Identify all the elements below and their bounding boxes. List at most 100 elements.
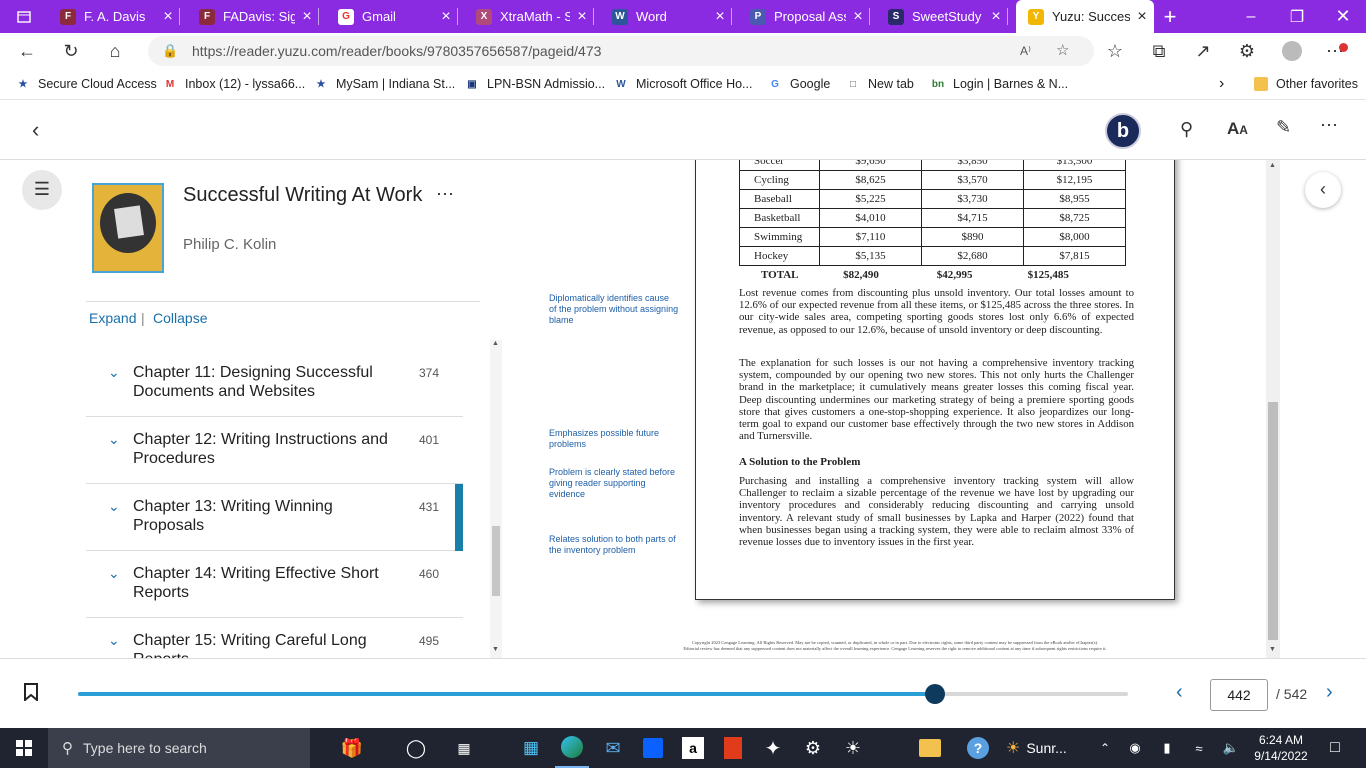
cortana-icon[interactable]: ◯ (400, 728, 432, 768)
tab-close-icon[interactable]: × (708, 8, 732, 26)
table-cell: $8,000 (1023, 227, 1126, 247)
task-view-icon[interactable]: ▦ (448, 728, 480, 768)
next-page-icon[interactable]: › (1326, 681, 1333, 704)
file-explorer-icon[interactable] (914, 728, 946, 768)
book-more-icon[interactable]: ⋯ (436, 184, 454, 205)
chevron-down-icon[interactable]: ⌄ (108, 431, 120, 448)
chevron-down-icon[interactable]: ⌄ (108, 565, 120, 582)
read-aloud-icon[interactable]: A⁾ (1020, 36, 1031, 66)
collapse-link[interactable]: Collapse (153, 310, 207, 326)
new-tab-button[interactable]: + (1155, 0, 1185, 33)
page-progress-handle[interactable] (924, 684, 945, 704)
tab-close-icon[interactable]: × (570, 8, 594, 26)
chapter-item[interactable]: ⌄ Chapter 12: Writing Instructions and Pr… (86, 417, 463, 484)
amazon-icon[interactable]: a (677, 728, 709, 768)
add-favorite-icon[interactable]: ☆ (1056, 36, 1069, 66)
wifi-icon[interactable]: ≈ (1188, 728, 1210, 768)
page-scrollbar[interactable]: ▲ ▼ (1266, 160, 1280, 658)
extensions-icon[interactable]: ⚙ (1232, 37, 1262, 65)
avatar[interactable]: b (1105, 113, 1141, 149)
chapter-item[interactable]: ⌄ Chapter 14: Writing Effective Short Rep… (86, 551, 463, 618)
clock[interactable]: 6:24 AM 9/14/2022 (1248, 728, 1314, 768)
table-cell: $4,010 (819, 208, 922, 228)
toc-menu-icon[interactable]: ☰ (22, 170, 62, 210)
minimize-button[interactable]: – (1228, 0, 1274, 33)
bookmark-item[interactable]: ▣ LPN-BSN Admissio... (465, 69, 605, 99)
font-size-icon[interactable]: AA (1227, 119, 1248, 139)
windows-start-icon[interactable] (0, 728, 48, 768)
network-icon[interactable]: ◉ (1124, 728, 1146, 768)
collections-icon[interactable]: ⧉ (1144, 37, 1174, 65)
bookmark-item[interactable]: ★ MySam | Indiana St... (314, 69, 456, 99)
close-window-button[interactable]: ✕ (1320, 0, 1366, 33)
tab-close-icon[interactable]: × (846, 8, 870, 26)
favorites-icon[interactable]: ☆ (1100, 37, 1130, 65)
back-icon[interactable]: ← (12, 37, 42, 65)
profile-icon[interactable] (1277, 37, 1307, 65)
restore-button[interactable]: ❐ (1274, 0, 1320, 33)
expand-link[interactable]: Expand (89, 310, 136, 326)
tab-close-icon[interactable]: × (1130, 8, 1154, 26)
store-icon[interactable]: ▦ (515, 728, 547, 768)
tab-close-icon[interactable]: × (156, 8, 180, 26)
bookmark-item[interactable]: W Microsoft Office Ho... (614, 69, 752, 99)
toc-scrollbar[interactable]: ▲ ▼ (490, 340, 502, 658)
browser-tab[interactable]: P Proposal Assi × (738, 0, 870, 33)
tab-actions-icon[interactable] (0, 0, 48, 33)
chapter-item[interactable]: ⌄ Chapter 11: Designing Successful Docume… (86, 350, 463, 417)
browser-tab[interactable]: X XtraMath - St × (464, 0, 594, 33)
browser-tab[interactable]: Y Yuzu: Success × (1016, 0, 1154, 33)
browser-tab[interactable]: S SweetStudy × (876, 0, 1008, 33)
bookmark-item[interactable]: bn Login | Barnes & N... (931, 69, 1068, 99)
refresh-icon[interactable]: ↻ (56, 37, 86, 65)
bookmark-item[interactable]: G Google (768, 69, 830, 99)
notifications-icon[interactable]: □ (1320, 728, 1350, 768)
collapse-panel-button[interactable]: ‹ (1305, 172, 1341, 208)
chevron-down-icon[interactable]: ⌄ (108, 498, 120, 515)
table-cell: $7,110 (819, 227, 922, 247)
dropbox-icon[interactable] (637, 728, 669, 768)
battery-icon[interactable]: ▮ (1156, 728, 1178, 768)
page-number-input[interactable]: 442 (1210, 679, 1268, 711)
volume-icon[interactable]: 🔈 (1220, 728, 1242, 768)
other-favorites[interactable]: Other favorites (1254, 69, 1358, 99)
bookmark-item[interactable]: ★ Secure Cloud Access (16, 69, 157, 99)
previous-page-icon[interactable]: ‹ (1176, 681, 1183, 704)
chapter-item[interactable]: ⌄ Chapter 13: Writing Winning Proposals 43… (86, 484, 463, 551)
weather-widget[interactable]: ☀ Sunr... (1006, 728, 1086, 768)
office-icon[interactable] (717, 728, 749, 768)
bn-icon: bn (931, 78, 945, 90)
mail-icon[interactable]: ✉ (597, 728, 629, 768)
bookmarks-overflow-icon[interactable]: › (1219, 69, 1224, 99)
edge-icon[interactable] (555, 728, 589, 768)
bookmark-icon[interactable] (24, 683, 38, 703)
pinned-app-icon[interactable]: ✦ (757, 728, 789, 768)
chevron-down-icon[interactable]: ⌄ (108, 364, 120, 381)
share-icon[interactable]: ↗ (1188, 37, 1218, 65)
tab-close-icon[interactable]: × (295, 8, 319, 26)
settings-icon[interactable]: ⚙ (797, 728, 829, 768)
home-icon[interactable]: ⌂ (100, 37, 130, 65)
notes-icon[interactable]: ✎ (1276, 117, 1291, 138)
browser-tab[interactable]: F FADavis: Sign× (187, 0, 319, 33)
search-highlight-icon[interactable]: 🎁 (316, 728, 388, 768)
bookmark-item[interactable]: □ New tab (846, 69, 914, 99)
browser-tab[interactable]: F F. A. Davis × (48, 0, 180, 33)
chevron-down-icon[interactable]: ⌄ (108, 632, 120, 649)
bookmark-item[interactable]: M Inbox (12) - lyssa66... (163, 69, 305, 99)
show-hidden-icons[interactable]: ⌃ (1094, 728, 1116, 768)
pinned-app-icon-2[interactable]: ☀ (837, 728, 869, 768)
help-icon[interactable]: ? (962, 728, 994, 768)
more-options-icon[interactable]: ⋯ (1320, 115, 1338, 136)
taskbar-search[interactable]: ⚲ Type here to search (48, 728, 310, 768)
tab-close-icon[interactable]: × (434, 8, 458, 26)
reader-back-icon[interactable]: ‹ (32, 117, 39, 143)
tab-close-icon[interactable]: × (984, 8, 1008, 26)
search-icon[interactable]: ⚲ (1180, 119, 1193, 140)
settings-more-icon[interactable]: ⋯ (1320, 37, 1350, 65)
chapter-item[interactable]: ⌄ Chapter 15: Writing Careful Long Report… (86, 618, 463, 658)
url-field[interactable]: 🔒 https://reader.yuzu.com/reader/books/9… (148, 36, 1094, 66)
browser-tab[interactable]: G Gmail × (326, 0, 458, 33)
page-progress-track[interactable] (78, 684, 1128, 704)
browser-tab[interactable]: W Word × (600, 0, 732, 33)
